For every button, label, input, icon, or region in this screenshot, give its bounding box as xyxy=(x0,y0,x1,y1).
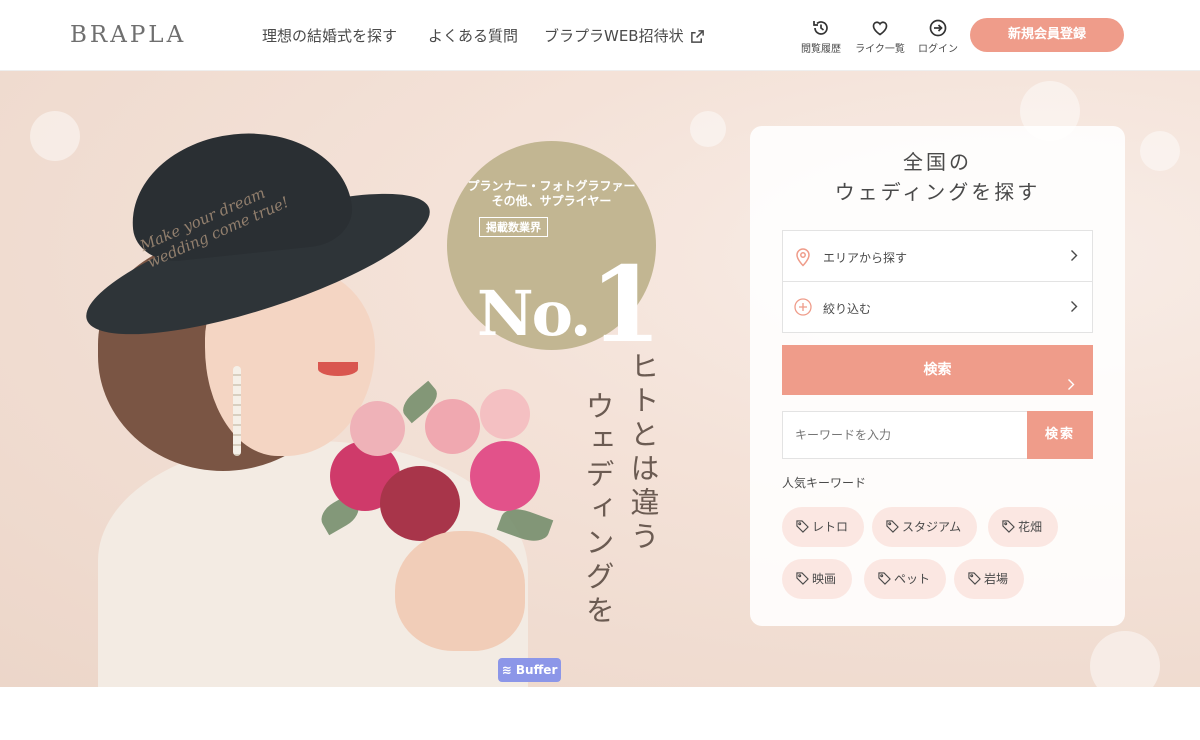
badge-text: プランナー・フォトグラファー その他、サプライヤー xyxy=(447,179,656,209)
keyword-tag-label: スタジアム xyxy=(902,520,962,534)
tag-icon xyxy=(886,520,899,533)
tag-icon xyxy=(1002,520,1015,533)
bokeh-light xyxy=(1090,631,1160,687)
likes-link[interactable]: ライク一覧 xyxy=(850,18,910,55)
tag-icon xyxy=(796,520,809,533)
nav-faq[interactable]: よくある質問 xyxy=(428,25,518,46)
badge-no: No. xyxy=(477,277,592,350)
flower xyxy=(380,466,460,541)
login-icon xyxy=(908,18,968,38)
keyword-tag[interactable]: 花畑 xyxy=(988,507,1059,547)
tag-icon xyxy=(796,572,809,585)
history-label: 閲覧履歴 xyxy=(801,44,841,55)
keyword-input[interactable] xyxy=(782,411,1028,459)
hero-section: Make your dream wedding come true! プランナー… xyxy=(0,71,1200,687)
catch-copy-line2: ウェディングを xyxy=(581,391,615,629)
keyword-tag[interactable]: 映画 xyxy=(782,559,853,599)
search-panel-title: 全国の ウェディングを探す xyxy=(750,147,1125,207)
pearl-earring xyxy=(233,366,241,456)
buffer-icon: ≋ xyxy=(501,663,512,677)
keyword-tag-label: ペット xyxy=(894,572,931,586)
search-panel: 全国の ウェディングを探す エリアから探す 絞り込む 検索 検索 人気キーワード… xyxy=(750,126,1125,626)
popular-keywords-label: 人気キーワード xyxy=(782,476,867,490)
keyword-tag-label: レトロ xyxy=(812,520,849,534)
buffer-label: Buffer xyxy=(515,663,558,677)
search-button[interactable]: 検索 xyxy=(782,345,1093,395)
no1-badge: プランナー・フォトグラファー その他、サプライヤー 掲載数業界 No.1 xyxy=(447,141,662,366)
chevron-right-icon xyxy=(1070,300,1078,316)
keyword-tag-label: 映画 xyxy=(812,572,837,586)
tag-icon xyxy=(968,572,981,585)
refine-search-label: 絞り込む xyxy=(823,302,872,316)
login-link[interactable]: ログイン xyxy=(908,18,968,55)
search-title-line2: ウェディングを探す xyxy=(834,180,1041,204)
chevron-right-icon xyxy=(1067,362,1075,412)
signup-button[interactable]: 新規会員登録 xyxy=(970,18,1124,52)
area-search-row[interactable]: エリアから探す xyxy=(783,231,1092,282)
search-button-label: 検索 xyxy=(923,362,952,378)
bokeh-light xyxy=(30,111,80,161)
site-logo[interactable]: BRAPLA xyxy=(70,22,186,48)
bokeh-light xyxy=(1140,131,1180,171)
flower xyxy=(350,401,405,456)
nav-web-invitation-label: ブラプラWEB招待状 xyxy=(544,27,684,45)
catch-copy-line1: ヒトとは違う xyxy=(626,351,660,555)
badge-one: 1 xyxy=(589,243,662,366)
nav-web-invitation[interactable]: ブラプラWEB招待状 xyxy=(544,25,705,48)
hand xyxy=(395,531,525,651)
keyword-tag[interactable]: ペット xyxy=(864,559,947,599)
keyword-tag[interactable]: 岩場 xyxy=(954,559,1025,599)
chevron-right-icon xyxy=(1070,249,1078,265)
tag-icon xyxy=(878,572,891,585)
nav-find-wedding[interactable]: 理想の結婚式を探す xyxy=(262,25,397,46)
keyword-search-button[interactable]: 検索 xyxy=(1027,411,1093,459)
history-link[interactable]: 閲覧履歴 xyxy=(791,18,851,55)
badge-no1: No.1 xyxy=(477,243,662,366)
area-search-label: エリアから探す xyxy=(823,251,908,265)
keyword-tag-label: 岩場 xyxy=(984,572,1009,586)
site-header: BRAPLA 理想の結婚式を探す よくある質問 ブラプラWEB招待状 閲覧履歴 … xyxy=(0,0,1200,71)
refine-search-row[interactable]: 絞り込む xyxy=(783,282,1092,333)
search-filters: エリアから探す 絞り込む xyxy=(782,230,1093,333)
likes-label: ライク一覧 xyxy=(855,44,905,55)
badge-sub-label: 掲載数業界 xyxy=(479,217,548,237)
badge-line2: その他、サプライヤー xyxy=(491,194,612,208)
keyword-tag[interactable]: スタジアム xyxy=(872,507,978,547)
flower xyxy=(480,389,530,439)
history-icon xyxy=(791,18,851,38)
lips xyxy=(318,362,358,376)
bokeh-light xyxy=(690,111,726,147)
keyword-tag-label: 花畑 xyxy=(1018,520,1043,534)
location-pin-icon xyxy=(794,247,812,270)
heart-icon xyxy=(850,18,910,38)
flower xyxy=(425,399,480,454)
keyword-tag[interactable]: レトロ xyxy=(782,507,865,547)
external-link-icon xyxy=(690,29,705,48)
badge-line1: プランナー・フォトグラファー xyxy=(467,179,636,193)
flower xyxy=(470,441,540,511)
search-title-line1: 全国の xyxy=(903,150,972,174)
login-label: ログイン xyxy=(918,44,958,55)
buffer-button[interactable]: ≋ Buffer xyxy=(498,658,561,682)
plus-circle-icon xyxy=(794,298,812,319)
